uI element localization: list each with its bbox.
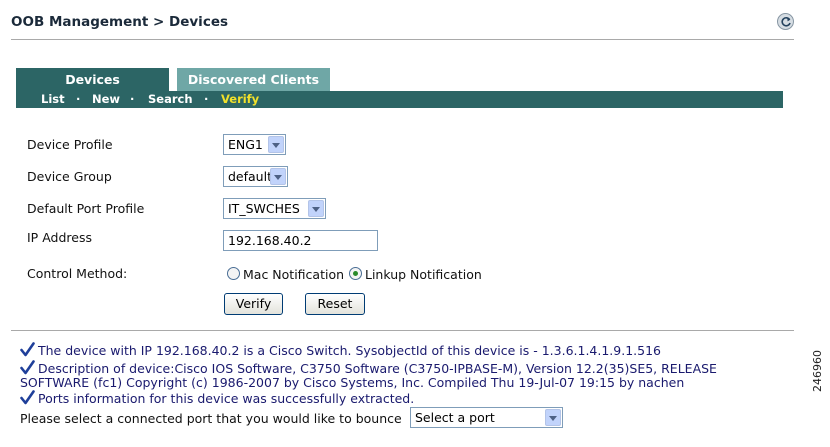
- subnav-separator: ·: [204, 92, 209, 106]
- device-group-label: Device Group: [27, 169, 112, 184]
- tab-discovered-clients[interactable]: Discovered Clients: [177, 68, 330, 91]
- device-profile-label: Device Profile: [27, 137, 113, 152]
- page-frame: OOB Management > Devices Devices Discove…: [0, 0, 806, 447]
- form-divider: [11, 330, 794, 331]
- device-profile-value: ENG1: [228, 137, 263, 152]
- port-profile-value: IT_SWCHES: [228, 201, 300, 216]
- device-group-select[interactable]: default: [223, 166, 288, 187]
- message-text: Ports information for this device was su…: [38, 391, 415, 406]
- control-method-label: Control Method:: [27, 266, 128, 281]
- chevron-down-icon: [308, 200, 324, 217]
- chevron-down-icon: [545, 409, 561, 426]
- header-divider: [11, 39, 794, 40]
- device-group-value: default: [228, 169, 272, 184]
- mac-notification-radio[interactable]: [227, 267, 240, 280]
- subnav-verify[interactable]: Verify: [221, 91, 259, 108]
- bounce-port-select[interactable]: Select a port: [410, 407, 563, 428]
- subnav-search[interactable]: Search: [148, 91, 193, 108]
- linkup-notification-label: Linkup Notification: [365, 267, 482, 282]
- message-device-description: Description of device:Cisco IOS Software…: [20, 360, 717, 376]
- subnav-separator: ·: [130, 92, 135, 106]
- checkmark-icon: [20, 390, 35, 405]
- linkup-notification-radio[interactable]: [349, 267, 362, 280]
- bounce-port-value: Select a port: [415, 410, 495, 425]
- message-ports-extracted: Ports information for this device was su…: [20, 390, 414, 406]
- port-profile-select[interactable]: IT_SWCHES: [223, 198, 326, 219]
- subnav-new[interactable]: New: [92, 91, 120, 108]
- message-text: Description of device:Cisco IOS Software…: [38, 361, 717, 376]
- bounce-port-label: Please select a connected port that you …: [20, 411, 402, 426]
- chevron-down-icon: [268, 136, 284, 153]
- message-switch-detected: The device with IP 192.168.40.2 is a Cis…: [20, 342, 661, 358]
- checkmark-icon: [20, 360, 35, 375]
- checkmark-icon: [20, 342, 35, 357]
- mac-notification-label: Mac Notification: [243, 267, 345, 282]
- refresh-icon[interactable]: [777, 13, 794, 30]
- tab-devices[interactable]: Devices: [16, 68, 169, 91]
- figure-id: 246960: [811, 350, 824, 392]
- reset-button[interactable]: Reset: [305, 293, 365, 315]
- verify-button[interactable]: Verify: [224, 293, 283, 315]
- port-profile-label: Default Port Profile: [27, 201, 145, 216]
- message-device-description-cont: SOFTWARE (fc1) Copyright (c) 1986-2007 b…: [20, 375, 685, 390]
- subnav-list[interactable]: List: [41, 91, 65, 108]
- sub-navigation: List · New · Search · Verify: [16, 91, 783, 108]
- message-text: The device with IP 192.168.40.2 is a Cis…: [38, 343, 661, 358]
- ip-address-input[interactable]: 192.168.40.2: [223, 230, 378, 251]
- ip-address-label: IP Address: [27, 230, 92, 245]
- subnav-separator: ·: [76, 92, 81, 106]
- page-title: OOB Management > Devices: [11, 14, 229, 30]
- chevron-down-icon: [270, 168, 286, 185]
- device-profile-select[interactable]: ENG1: [223, 134, 286, 155]
